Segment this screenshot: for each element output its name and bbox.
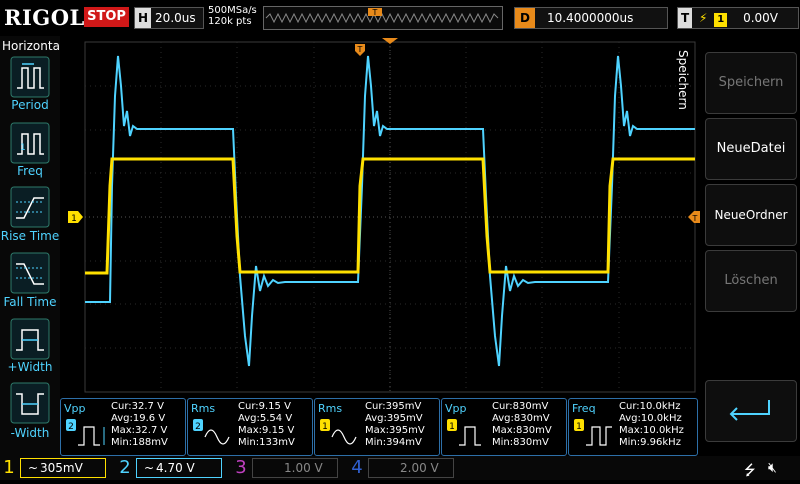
neg-width-label: -Width	[10, 426, 50, 440]
measurement-values: Cur:830mV Avg:830mV Max:830mV Min:830mV	[492, 401, 552, 448]
trigger-display[interactable]: T ⚡ 1 0.00V	[677, 7, 799, 29]
ch1-offset-label: 1	[71, 214, 77, 224]
period-icon	[10, 56, 50, 98]
right-menu-title: Speichern	[676, 50, 690, 110]
pos-width-button[interactable]	[8, 318, 52, 360]
svg-text:1: 1	[576, 422, 582, 432]
vpp-icon: 1	[447, 419, 481, 446]
usb-icon: ⭍	[744, 463, 756, 479]
rise-time-button[interactable]	[8, 186, 52, 228]
ch4-status[interactable]: 4 2.00 V	[348, 456, 458, 480]
status-bar: RIGOL STOP H 20.0us 500MSa/s 120k pts T D…	[0, 0, 800, 36]
svg-text:1: 1	[449, 422, 455, 432]
freq-button[interactable]: 1	[8, 122, 52, 164]
trigger-position-label: T	[372, 8, 378, 17]
measurement-values: Cur:9.15 V Avg:5.54 V Max:9.15 V Min:133…	[238, 401, 295, 448]
measurement-vpp-ch2[interactable]: Vpp 2 Cur:32.7 V Avg:19.6 V Max:32.7 V M…	[60, 398, 186, 456]
neg-width-icon	[10, 382, 50, 424]
freq-label: Freq	[17, 164, 43, 178]
ch1-status[interactable]: 1 ~ 305mV	[0, 456, 110, 480]
delay-value: 10.4000000us	[546, 11, 634, 25]
ch2-coupling-icon: ~	[144, 461, 155, 475]
measurement-name: Freq	[572, 402, 596, 415]
measurement-values: Cur:10.0kHz Avg:10.0kHz Max:10.0kHz Min:…	[619, 401, 684, 448]
measurement-values: Cur:32.7 V Avg:19.6 V Max:32.7 V Min:188…	[111, 401, 168, 448]
freq-icon: 1	[574, 419, 612, 446]
ch4-number: 4	[351, 457, 363, 478]
run-stop-indicator[interactable]: STOP	[84, 7, 129, 27]
measurement-name: Rms	[318, 402, 343, 415]
trigger-time-label: T	[357, 45, 363, 54]
ch1-scale: 305mV	[40, 461, 83, 475]
new-folder-button[interactable]: NeueOrdner	[705, 184, 797, 246]
freq-icon: 1	[10, 122, 50, 164]
return-arrow-icon	[729, 400, 770, 421]
svg-text:1: 1	[322, 422, 328, 432]
vpp-icon: 2	[66, 419, 105, 446]
waveform-canvas: T 1 T	[60, 36, 700, 396]
timebase-value: 20.0us	[155, 11, 196, 25]
pos-width-icon	[10, 318, 50, 360]
left-menu-title: Horizontal	[2, 39, 64, 53]
measurement-rms-ch2[interactable]: Rms 2 Cur:9.15 V Avg:5.54 V Max:9.15 V M…	[187, 398, 313, 456]
brand-logo: RIGOL	[4, 5, 85, 30]
delay-key: D	[515, 8, 535, 28]
ch1-coupling-icon: ~	[28, 461, 39, 475]
measurement-vpp-ch1[interactable]: Vpp 1 Cur:830mV Avg:830mV Max:830mV Min:…	[441, 398, 567, 456]
channel-bar: 1 ~ 305mV 2 ~ 4.70 V 3 1.00 V 4 2.00 V ⭍…	[0, 456, 800, 480]
left-menu: Horizontal Period 1 Freq Rise Time Fall …	[0, 36, 64, 456]
measurement-rms-ch1[interactable]: Rms 1 Cur:395mV Avg:395mV Max:395mV Min:…	[314, 398, 440, 456]
measurement-values: Cur:395mV Avg:395mV Max:395mV Min:394mV	[365, 401, 425, 448]
rise-time-label: Rise Time	[0, 229, 60, 243]
trigger-level: 0.00V	[743, 11, 779, 25]
timebase-key: H	[135, 8, 152, 28]
svg-text:1: 1	[20, 143, 26, 153]
save-button[interactable]: Speichern	[705, 52, 797, 114]
ch3-scale: 1.00 V	[284, 461, 323, 475]
trigger-level-label: T	[692, 214, 698, 223]
measurement-freq-ch1[interactable]: Freq 1 Cur:10.0kHz Avg:10.0kHz Max:10.0k…	[568, 398, 698, 456]
measurement-name: Rms	[191, 402, 216, 415]
fall-time-icon	[10, 252, 50, 294]
ch3-number: 3	[235, 457, 247, 478]
return-button[interactable]	[705, 380, 797, 442]
ch2-status[interactable]: 2 ~ 4.70 V	[116, 456, 226, 480]
delete-button[interactable]: Löschen	[705, 250, 797, 312]
svg-text:2: 2	[195, 422, 201, 432]
waveform-display[interactable]: T 1 T	[60, 36, 700, 396]
sample-rate: 500MSa/s	[208, 5, 257, 16]
memory-depth: 120k pts	[208, 16, 252, 27]
rms-icon: 1	[320, 419, 357, 445]
ch2-number: 2	[119, 457, 131, 478]
ch4-scale: 2.00 V	[400, 461, 439, 475]
fall-time-label: Fall Time	[3, 295, 57, 309]
rms-icon: 2	[193, 419, 230, 445]
trigger-slope-icon: ⚡	[699, 11, 708, 25]
acquisition-info: 500MSa/s 120k pts	[208, 5, 257, 27]
pos-width-label: +Width	[7, 360, 53, 374]
period-label: Period	[11, 98, 49, 112]
ch1-number: 1	[3, 457, 15, 478]
memory-overview-wave: T	[265, 8, 499, 24]
new-file-button[interactable]: NeueDatei	[705, 118, 797, 180]
rise-time-icon	[10, 186, 50, 228]
memory-overview-bar: T	[263, 6, 503, 30]
timebase-display[interactable]: H 20.0us	[134, 7, 204, 29]
trigger-key: T	[678, 8, 693, 28]
svg-text:2: 2	[68, 422, 74, 432]
speaker-muted-icon[interactable]: 🔇︎	[768, 460, 777, 476]
period-button[interactable]	[8, 56, 52, 98]
measurement-name: Vpp	[64, 402, 86, 415]
ch3-status[interactable]: 3 1.00 V	[232, 456, 342, 480]
delay-display[interactable]: D 10.4000000us	[514, 7, 668, 29]
measurement-name: Vpp	[445, 402, 467, 415]
ch2-scale: 4.70 V	[156, 461, 195, 475]
fall-time-button[interactable]	[8, 252, 52, 294]
trigger-source: 1	[714, 13, 728, 27]
neg-width-button[interactable]	[8, 382, 52, 424]
